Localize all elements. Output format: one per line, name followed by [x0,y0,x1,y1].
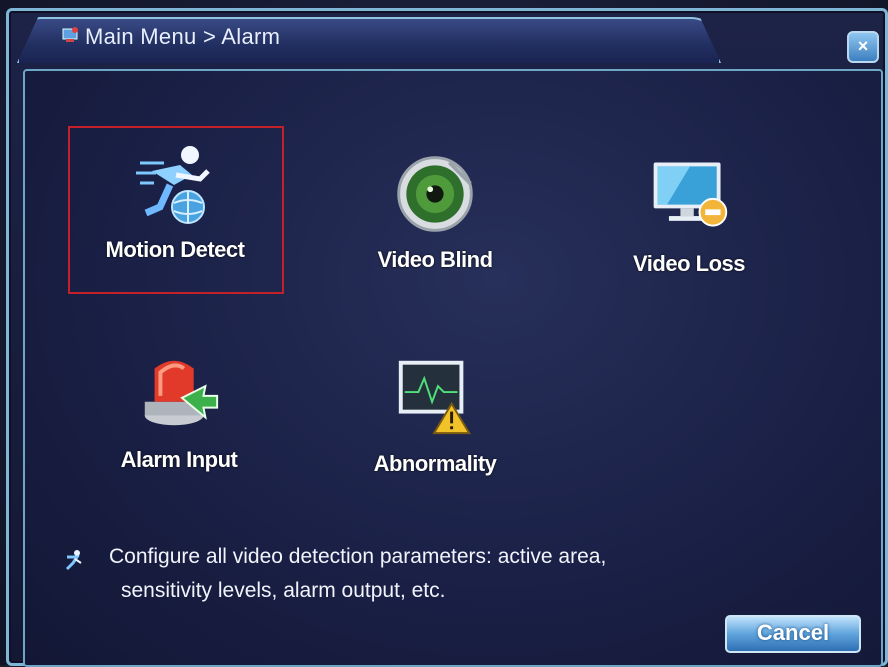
alarm-menu-icon [62,27,78,42]
menu-item-label: Video Loss [633,251,745,276]
menu-content: Motion Detect Video Blind Video Loss Ala… [23,69,883,667]
menu-item-label: Alarm Input [120,447,238,472]
page-title: Main Menu > Alarm [85,24,281,49]
video-loss-icon [653,162,728,227]
menu-item-label: Video Blind [377,247,493,272]
menu-item-video-loss[interactable]: Video Loss [589,153,789,283]
menu-item-motion-detect[interactable]: Motion Detect [75,141,275,271]
motion-detect-small-icon [65,550,82,571]
motion-detect-icon [136,146,210,224]
close-button[interactable]: × [847,31,879,63]
video-blind-icon [397,156,473,232]
hint-text-line-1: Configure all video detection parameters… [109,545,607,568]
abnormality-icon [398,360,471,435]
menu-item-alarm-input[interactable]: Alarm Input [79,347,279,477]
menu-item-label: Motion Detect [105,237,245,262]
alarm-menu-window: Main Menu > Alarm × Motion Detect Video … [6,8,888,667]
menu-item-label: Abnormality [373,451,497,476]
close-icon: × [857,36,869,56]
dvr-screen: Main Menu > Alarm × Motion Detect Video … [0,0,888,667]
title-bar: Main Menu > Alarm × [9,11,885,67]
menu-item-video-blind[interactable]: Video Blind [335,151,535,281]
hint-text-line-2: sensitivity levels, alarm output, etc. [121,579,446,602]
menu-item-abnormality[interactable]: Abnormality [335,351,535,481]
cancel-button[interactable]: Cancel [725,615,861,653]
alarm-input-icon [144,360,219,426]
